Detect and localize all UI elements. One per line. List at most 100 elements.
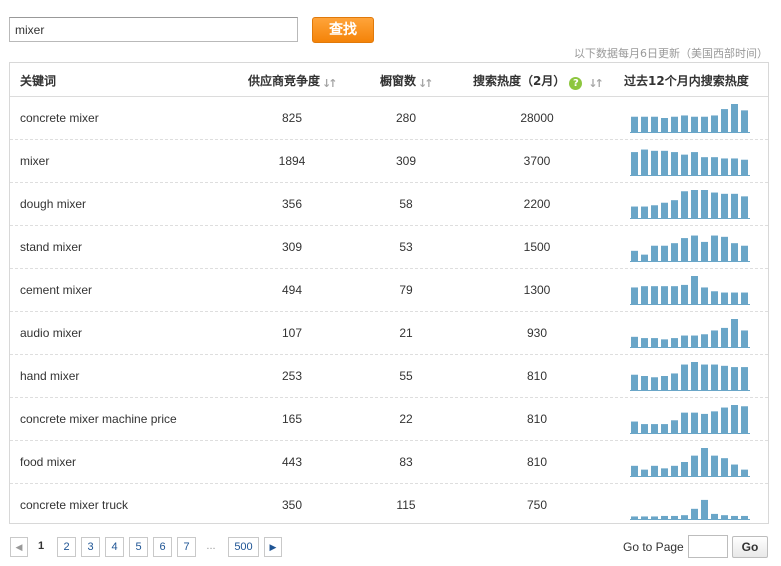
trend-bar <box>691 190 698 218</box>
trend-bar <box>671 243 678 261</box>
goto-page-input[interactable] <box>688 535 728 558</box>
trend-bar <box>631 287 638 304</box>
trend-bar <box>671 465 678 476</box>
search-input[interactable] <box>9 17 298 42</box>
keyword-cell[interactable]: hand mixer <box>20 369 79 383</box>
search-popularity-cell: 1500 <box>523 240 551 254</box>
triangle-left-icon[interactable]: ◀ <box>10 537 28 557</box>
trend-bar <box>721 365 728 390</box>
go-button[interactable]: Go <box>732 536 768 558</box>
table-row[interactable]: concrete mixer machine price 165 22 810 <box>10 398 768 441</box>
keyword-cell[interactable]: concrete mixer machine price <box>20 412 177 426</box>
table-row[interactable]: stand mixer 309 53 1500 <box>10 226 768 269</box>
trend-bar <box>711 513 718 519</box>
window-count-cell: 22 <box>399 412 413 426</box>
trend-bar <box>651 516 658 519</box>
trend-bar <box>681 238 688 261</box>
trend-bar <box>641 338 648 347</box>
table-row[interactable]: audio mixer 107 21 930 <box>10 312 768 355</box>
trend-sparkline <box>630 149 750 176</box>
trend-bar <box>701 413 708 433</box>
header-window-label: 橱窗数 <box>380 74 417 88</box>
trend-bar <box>691 362 698 390</box>
trend-bar <box>681 154 688 175</box>
search-popularity-cell: 810 <box>526 455 548 469</box>
page-link[interactable]: 2 <box>57 537 76 557</box>
keyword-cell[interactable]: concrete mixer truck <box>20 498 128 512</box>
trend-bar <box>651 116 658 132</box>
window-count-cell: 79 <box>399 283 413 297</box>
triangle-right-icon[interactable]: ▶ <box>264 537 282 557</box>
search-button[interactable]: 查找 <box>312 17 374 43</box>
trend-bar <box>701 241 708 261</box>
search-popularity-cell: 750 <box>526 498 548 512</box>
trend-bar <box>721 327 728 347</box>
trend-bar <box>681 462 688 476</box>
trend-bar <box>651 150 658 175</box>
trend-bar <box>701 287 708 304</box>
trend-sparkline <box>630 448 750 477</box>
trend-bar <box>641 116 648 132</box>
trend-bar <box>691 508 698 519</box>
trend-bar <box>681 335 688 347</box>
table-row[interactable]: dough mixer 356 58 2200 <box>10 183 768 226</box>
trend-bar <box>661 202 668 218</box>
trend-bar <box>711 411 718 433</box>
page-current: 1 <box>32 537 50 557</box>
table-row[interactable]: cement mixer 494 79 1300 <box>10 269 768 312</box>
trend-bar <box>651 465 658 476</box>
header-supplier-competition[interactable]: 供应商竞争度 ↓↑ <box>248 72 338 90</box>
window-count-cell: 58 <box>399 197 413 211</box>
trend-bar <box>741 367 748 390</box>
keyword-cell[interactable]: food mixer <box>20 455 76 469</box>
supplier-competition-cell: 1894 <box>278 154 306 168</box>
trend-bar <box>701 334 708 347</box>
header-window-count[interactable]: 橱窗数 ↓↑ <box>380 72 434 90</box>
keyword-cell[interactable]: cement mixer <box>20 283 92 297</box>
trend-bar <box>711 157 718 175</box>
page-link-last[interactable]: 500 <box>228 537 259 557</box>
keyword-cell[interactable]: mixer <box>20 154 49 168</box>
sort-arrows-icon[interactable]: ↓↑ <box>418 77 434 90</box>
table-row[interactable]: mixer 1894 309 3700 <box>10 140 768 183</box>
window-count-cell: 309 <box>395 154 417 168</box>
trend-bar <box>671 200 678 218</box>
trend-bar <box>661 515 668 519</box>
window-count-cell: 53 <box>399 240 413 254</box>
page-link[interactable]: 7 <box>177 537 196 557</box>
trend-bar <box>641 149 648 175</box>
keyword-cell[interactable]: concrete mixer <box>20 111 99 125</box>
trend-bar <box>731 319 738 347</box>
sort-arrows-icon[interactable]: ↓↑ <box>322 77 338 90</box>
keyword-cell[interactable]: dough mixer <box>20 197 86 211</box>
trend-bar <box>731 193 738 218</box>
page-link[interactable]: 4 <box>105 537 124 557</box>
trend-bar <box>721 158 728 175</box>
trend-bar <box>711 330 718 347</box>
trend-bar <box>661 245 668 261</box>
table-row[interactable]: concrete mixer 825 280 28000 <box>10 97 768 140</box>
page-link[interactable]: 5 <box>129 537 148 557</box>
table-row[interactable]: concrete mixer truck 350 115 750 <box>10 484 768 526</box>
search-popularity-cell: 810 <box>526 412 548 426</box>
window-count-cell: 83 <box>399 455 413 469</box>
keyword-cell[interactable]: stand mixer <box>20 240 82 254</box>
keyword-cell[interactable]: audio mixer <box>20 326 82 340</box>
page-link[interactable]: 3 <box>81 537 100 557</box>
table-row[interactable]: hand mixer 253 55 810 <box>10 355 768 398</box>
page-link[interactable]: 6 <box>153 537 172 557</box>
trend-sparkline <box>630 319 750 348</box>
question-mark-icon[interactable]: ? <box>569 77 583 90</box>
header-search-label: 搜索热度（2月） <box>473 74 566 88</box>
sort-arrows-icon[interactable]: ↓↑ <box>588 77 604 90</box>
trend-bar <box>731 158 738 175</box>
trend-bar <box>691 152 698 175</box>
supplier-competition-cell: 350 <box>281 498 303 512</box>
trend-bar <box>681 191 688 218</box>
supplier-competition-cell: 165 <box>281 412 303 426</box>
trend-bar <box>731 292 738 304</box>
trend-bar <box>641 254 648 261</box>
trend-bar <box>631 206 638 218</box>
header-search-popularity[interactable]: 搜索热度（2月）? ↓↑ <box>473 72 604 90</box>
table-row[interactable]: food mixer 443 83 810 <box>10 441 768 484</box>
